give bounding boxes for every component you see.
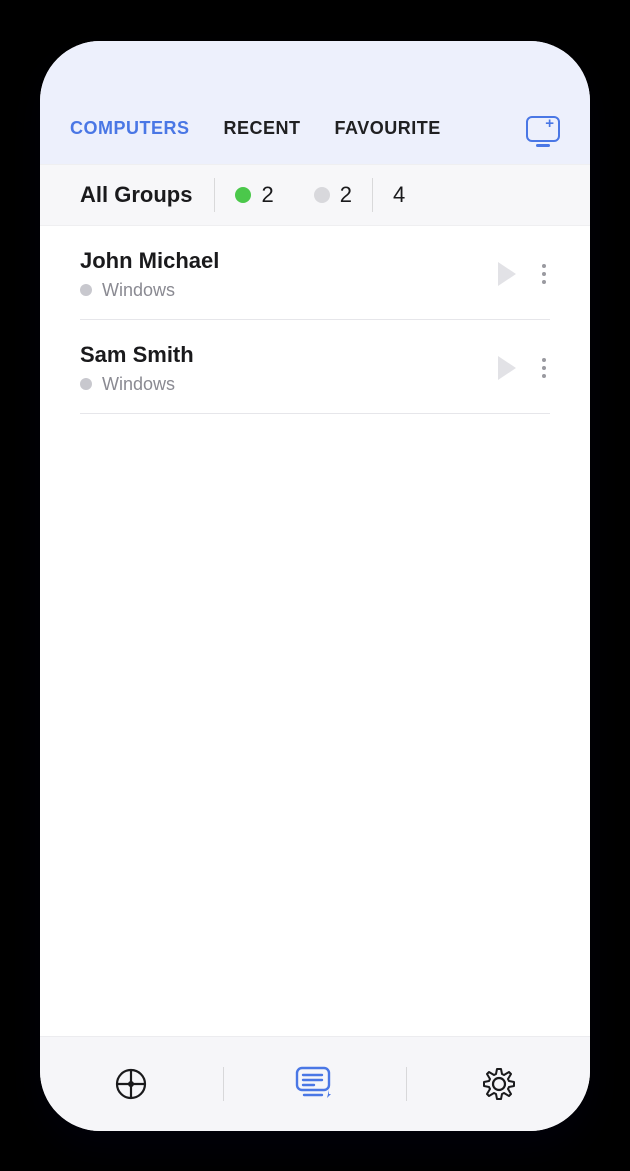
list-item[interactable]: John Michael Windows [80,226,550,320]
play-icon[interactable] [498,356,516,380]
bottom-nav [40,1036,590,1131]
more-vertical-icon[interactable] [538,354,550,382]
online-count[interactable]: 2 [215,182,293,208]
total-count[interactable]: 4 [373,182,425,208]
online-status-dot-icon [235,187,251,203]
separator [223,1067,224,1101]
list-item[interactable]: Sam Smith Windows [80,320,550,414]
tab-computers[interactable]: COMPUTERS [70,118,190,139]
filter-bar: All Groups 2 2 4 [40,164,590,226]
status-dot-icon [80,378,92,390]
nav-computers-button[interactable] [285,1054,345,1114]
device-name: John Michael [80,248,498,274]
tab-bar: COMPUTERS RECENT FAVOURITE [40,116,590,164]
total-count-value: 4 [393,182,405,208]
status-dot-icon [80,284,92,296]
separator [406,1067,407,1101]
header: COMPUTERS RECENT FAVOURITE [40,41,590,164]
list-item-main: John Michael Windows [80,248,498,301]
gear-icon [482,1067,516,1101]
group-selector[interactable]: All Groups [80,182,214,208]
add-monitor-icon[interactable] [526,116,560,142]
device-os: Windows [80,280,498,301]
tab-recent[interactable]: RECENT [224,118,301,139]
device-list: John Michael Windows Sam Smith Windows [40,226,590,1036]
device-name: Sam Smith [80,342,498,368]
offline-status-dot-icon [314,187,330,203]
play-icon[interactable] [498,262,516,286]
computers-list-icon [294,1065,336,1103]
tab-favourite[interactable]: FAVOURITE [335,118,441,139]
offline-count-value: 2 [340,182,352,208]
device-frame: COMPUTERS RECENT FAVOURITE All Groups 2 … [40,41,590,1131]
device-os: Windows [80,374,498,395]
nav-settings-button[interactable] [469,1054,529,1114]
target-icon [114,1067,148,1101]
more-vertical-icon[interactable] [538,260,550,288]
device-os-label: Windows [102,374,175,395]
online-count-value: 2 [261,182,273,208]
offline-count[interactable]: 2 [294,182,372,208]
list-item-main: Sam Smith Windows [80,342,498,395]
device-os-label: Windows [102,280,175,301]
nav-target-button[interactable] [101,1054,161,1114]
